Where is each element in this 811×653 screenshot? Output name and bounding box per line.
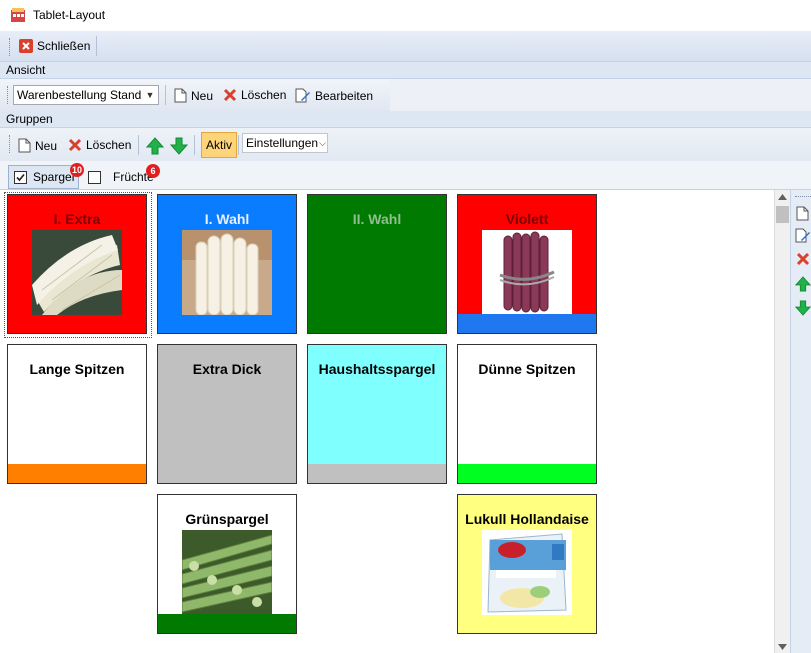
scroll-down-arrow-icon[interactable] bbox=[778, 644, 787, 650]
tile-color-bar bbox=[458, 464, 596, 483]
tile-color-bar bbox=[8, 464, 146, 483]
move-up-icon[interactable] bbox=[146, 137, 164, 155]
tile-duenne-spitzen[interactable]: Dünne Spitzen bbox=[457, 344, 597, 484]
tab-spargel-checkbox[interactable] bbox=[14, 170, 27, 184]
green-asparagus-photo bbox=[182, 530, 272, 615]
settings-select-value: Einstellungen bbox=[246, 136, 319, 150]
separator bbox=[138, 135, 139, 155]
title-bar: Tablet-Layout bbox=[0, 0, 811, 31]
tile-i-extra[interactable]: I. Extra bbox=[7, 194, 147, 334]
new-document-icon bbox=[174, 88, 187, 103]
tile-label: Grünspargel bbox=[185, 511, 269, 527]
app-icon bbox=[11, 8, 25, 22]
tab-spargel[interactable]: Spargel bbox=[8, 165, 80, 189]
scroll-up-arrow-icon[interactable] bbox=[778, 194, 787, 200]
side-toolbar bbox=[790, 190, 811, 653]
group-tabstrip: Spargel 10 Früchte 6 bbox=[0, 161, 811, 190]
tab-spargel-count-badge: 10 bbox=[70, 163, 84, 177]
tile-label: Haushaltsspargel bbox=[318, 361, 436, 377]
chevron-down-icon: ▼ bbox=[145, 90, 155, 100]
tile-label: Violett bbox=[505, 211, 549, 227]
separator bbox=[194, 135, 195, 155]
tab-spargel-label: Spargel bbox=[33, 170, 75, 184]
new-group-label: Neu bbox=[35, 138, 58, 153]
layout-select[interactable]: Warenbestellung Stand ▼ bbox=[13, 85, 159, 105]
edit-icon bbox=[295, 88, 310, 103]
delete-group-label: Löschen bbox=[86, 138, 132, 152]
window-title: Tablet-Layout bbox=[33, 8, 106, 22]
toolbar-grip[interactable] bbox=[7, 86, 10, 104]
move-up-icon[interactable] bbox=[795, 276, 811, 292]
tile-extra-dick[interactable]: Extra Dick bbox=[157, 344, 297, 484]
new-document-icon[interactable] bbox=[796, 206, 809, 221]
tile-violett[interactable]: Violett bbox=[457, 194, 597, 334]
new-document-icon bbox=[18, 138, 31, 153]
hollandaise-package-photo bbox=[482, 530, 572, 615]
settings-select[interactable]: Einstellungen ⌵ bbox=[242, 133, 328, 153]
layout-select-value: Warenbestellung Stand bbox=[17, 88, 142, 102]
active-toggle-button[interactable]: Aktiv bbox=[201, 132, 238, 158]
toolbar-grip[interactable] bbox=[9, 135, 12, 153]
edit-layout-button[interactable]: Bearbeiten bbox=[295, 88, 373, 103]
delete-icon bbox=[223, 88, 237, 102]
delete-icon[interactable] bbox=[796, 252, 810, 266]
tile-color-bar bbox=[308, 464, 446, 483]
vertical-scrollbar[interactable] bbox=[774, 190, 790, 653]
new-layout-button[interactable]: Neu bbox=[174, 88, 213, 103]
new-group-button[interactable]: Neu bbox=[18, 138, 57, 153]
tile-lukull-hollandaise[interactable]: Lukull Hollandaise bbox=[457, 494, 597, 634]
separator bbox=[165, 85, 166, 105]
move-down-icon[interactable] bbox=[795, 300, 811, 316]
toolbar-filler bbox=[390, 79, 811, 111]
tile-lange-spitzen[interactable]: Lange Spitzen bbox=[7, 344, 147, 484]
tile-ii-wahl[interactable]: II. Wahl bbox=[307, 194, 447, 334]
checkmark-icon bbox=[16, 173, 25, 181]
separator bbox=[96, 36, 97, 56]
scrollbar-thumb[interactable] bbox=[776, 206, 789, 223]
tile-haushaltsspargel[interactable]: Haushaltsspargel bbox=[307, 344, 447, 484]
separator bbox=[238, 135, 239, 155]
section-groups-label: Gruppen bbox=[0, 111, 811, 128]
tile-label: Lukull Hollandaise bbox=[465, 511, 589, 527]
close-button-label: Schließen bbox=[37, 39, 91, 53]
chevron-down-icon: ⌵ bbox=[319, 137, 326, 148]
toolbar-grip[interactable] bbox=[9, 38, 12, 56]
delete-group-button[interactable]: Löschen bbox=[68, 138, 131, 152]
tile-i-wahl[interactable]: I. Wahl bbox=[157, 194, 297, 334]
tab-fruechte-count-badge: 6 bbox=[146, 164, 160, 178]
tile-label: Dünne Spitzen bbox=[478, 361, 576, 377]
delete-icon bbox=[68, 138, 82, 152]
tab-fruechte-checkbox[interactable] bbox=[88, 170, 101, 184]
tile-label: II. Wahl bbox=[352, 211, 402, 227]
active-toggle-label: Aktiv bbox=[206, 138, 233, 152]
tile-color-bar bbox=[458, 314, 596, 333]
tile-gruenspargel[interactable]: Grünspargel bbox=[157, 494, 297, 634]
delete-layout-label: Löschen bbox=[241, 88, 287, 102]
close-icon bbox=[19, 39, 33, 53]
edit-icon[interactable] bbox=[795, 228, 811, 243]
section-view-label: Ansicht bbox=[0, 62, 811, 79]
tile-color-bar bbox=[158, 614, 296, 633]
view-toolbar: Warenbestellung Stand ▼ Neu Löschen Bear… bbox=[0, 79, 390, 111]
groups-toolbar: Neu Löschen Aktiv Einstellungen ⌵ bbox=[0, 128, 811, 161]
white-asparagus-photo bbox=[182, 230, 272, 315]
move-down-icon[interactable] bbox=[170, 137, 188, 155]
toolbar-grip[interactable] bbox=[795, 196, 811, 197]
new-layout-label: Neu bbox=[191, 88, 214, 103]
tile-label: I. Wahl bbox=[204, 211, 250, 227]
tile-label: I. Extra bbox=[53, 211, 101, 227]
tab-fruechte[interactable]: Früchte bbox=[88, 165, 154, 189]
close-button[interactable]: Schließen bbox=[19, 39, 90, 53]
white-asparagus-photo bbox=[32, 230, 122, 315]
edit-layout-label: Bearbeiten bbox=[315, 88, 374, 103]
tile-label: Lange Spitzen bbox=[29, 361, 125, 377]
tile-grid: I. Extra I. Wahl II. Wahl Violett Lange … bbox=[0, 190, 774, 653]
delete-layout-button[interactable]: Löschen bbox=[223, 88, 286, 102]
violet-asparagus-photo bbox=[482, 230, 572, 315]
tile-label: Extra Dick bbox=[192, 361, 262, 377]
main-toolbar: Schließen bbox=[0, 31, 811, 62]
